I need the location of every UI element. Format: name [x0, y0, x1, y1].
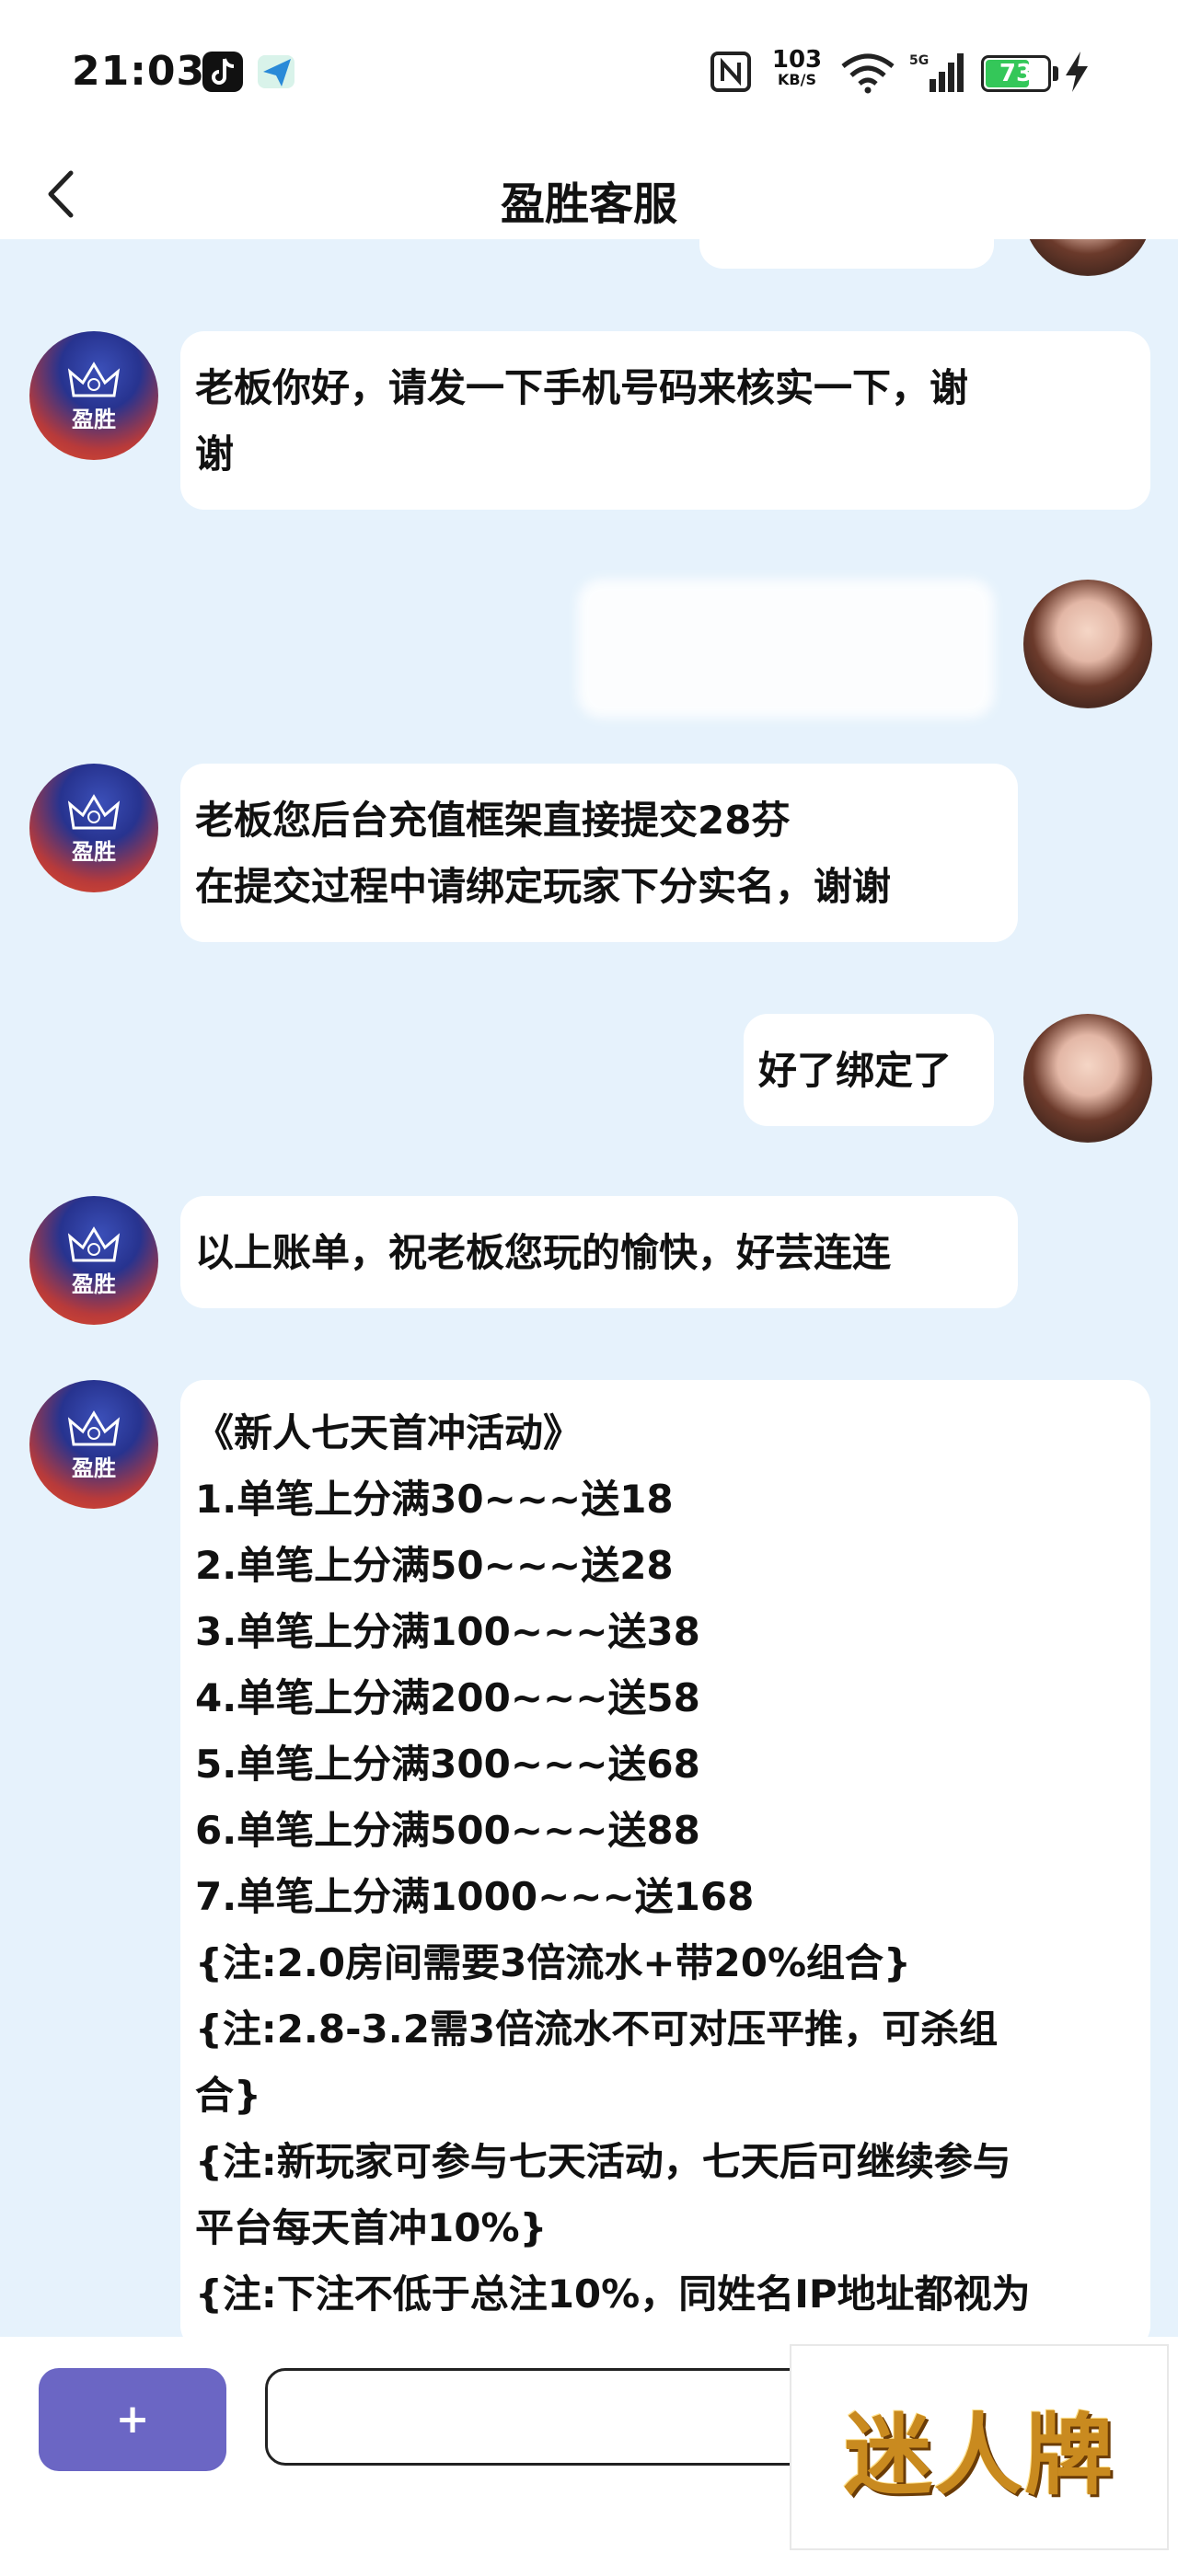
battery-tip	[1053, 66, 1058, 81]
app-arrow-icon	[258, 55, 294, 88]
crown-logo-icon	[67, 361, 121, 397]
network-speed-unit: KB/S	[778, 71, 816, 88]
watermark: 迷人牌	[790, 2344, 1169, 2550]
battery-level: 73	[999, 60, 1034, 87]
agent-message-bubble: 以上账单，祝老板您玩的愉快，好芸连连	[180, 1196, 1018, 1308]
user-message-bubble-blurred	[578, 580, 994, 718]
agent-avatar: 盈胜	[29, 1380, 158, 1509]
clipped-message-bubble	[699, 239, 994, 269]
user-avatar	[1023, 580, 1152, 708]
agent-avatar-label: 盈胜	[72, 1455, 116, 1481]
agent-avatar-label: 盈胜	[72, 406, 116, 432]
crown-logo-icon	[67, 1225, 121, 1261]
agent-avatar: 盈胜	[29, 1196, 158, 1325]
add-button[interactable]: +	[39, 2368, 226, 2471]
user-avatar	[1023, 239, 1152, 276]
nfc-icon	[710, 52, 751, 92]
signal-icon: 5G	[909, 53, 964, 92]
promo-message-bubble: 《新人七天首冲活动》 1.单笔上分满30~~~送18 2.单笔上分满50~~~送…	[180, 1380, 1150, 2337]
page-title: 盈胜客服	[500, 178, 677, 230]
agent-avatar-label: 盈胜	[72, 838, 116, 865]
status-time: 21:03	[72, 48, 206, 95]
charging-bolt-icon	[1066, 52, 1088, 92]
tiktok-icon	[202, 52, 243, 92]
agent-message-bubble: 老板您后台充值框架直接提交28芬 在提交过程中请绑定玩家下分实名，谢谢	[180, 764, 1018, 942]
network-speed-value: 103	[771, 46, 823, 74]
agent-message-bubble: 老板你好，请发一下手机号码来核实一下，谢 谢	[180, 331, 1150, 510]
agent-avatar: 盈胜	[29, 331, 158, 460]
status-bar: 21:03 103 KB/S 5G 73	[0, 0, 1178, 147]
watermark-text: 迷人牌	[844, 2402, 1114, 2507]
agent-avatar-label: 盈胜	[72, 1271, 116, 1297]
battery-icon: 73	[981, 55, 1051, 92]
user-avatar	[1023, 1014, 1152, 1143]
agent-avatar: 盈胜	[29, 764, 158, 892]
network-type-label: 5G	[909, 53, 929, 68]
crown-logo-icon	[67, 793, 121, 829]
crown-logo-icon	[67, 1409, 121, 1445]
user-message-bubble: 好了绑定了	[744, 1014, 994, 1126]
chat-messages[interactable]: 盈胜 老板你好，请发一下手机号码来核实一下，谢 谢 盈胜 老板您后台充值框架直接…	[0, 239, 1178, 2337]
wifi-icon	[841, 53, 895, 94]
chat-header: 盈胜客服	[0, 147, 1178, 239]
network-speed: 103 KB/S	[769, 48, 825, 88]
